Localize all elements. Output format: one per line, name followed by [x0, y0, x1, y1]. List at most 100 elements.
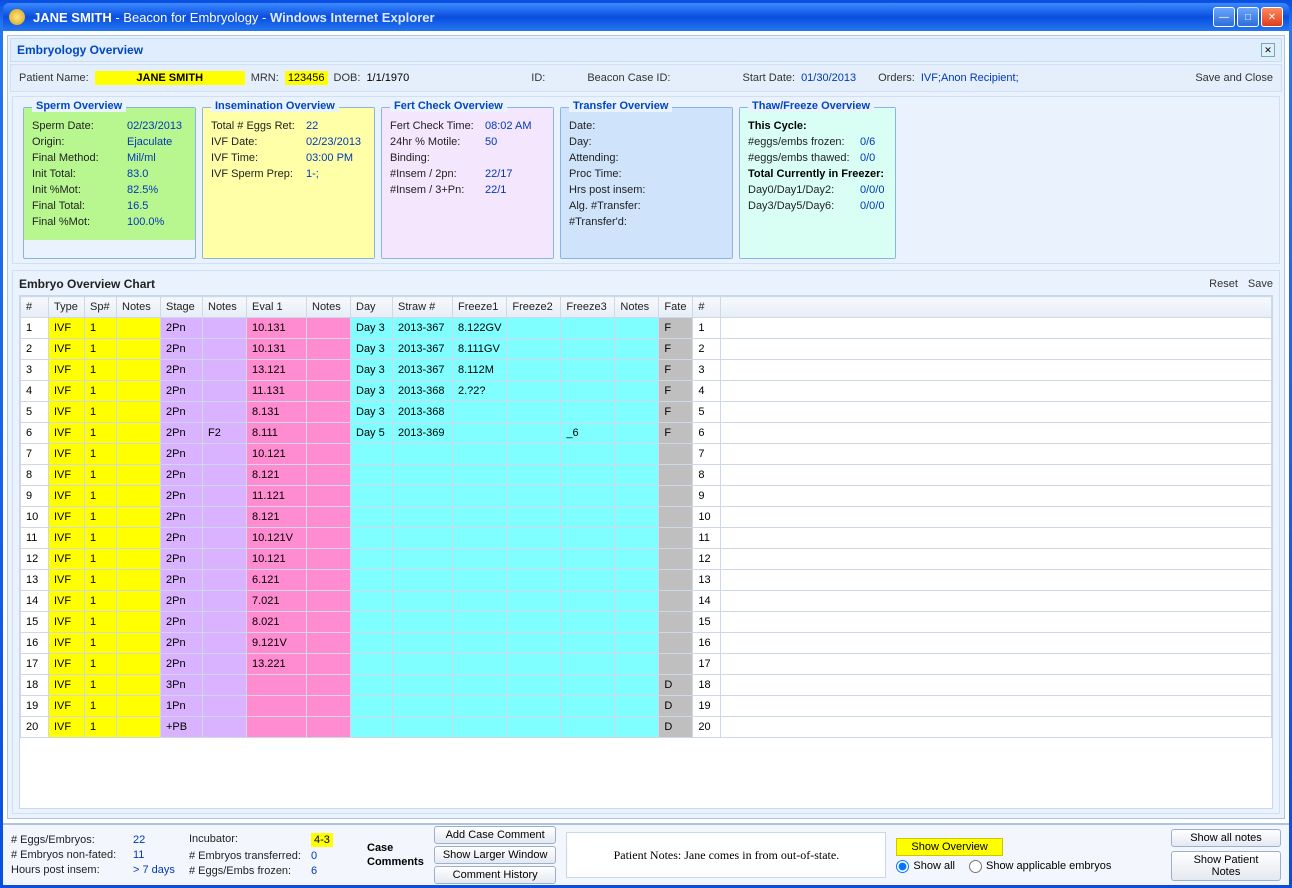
- column-header[interactable]: Freeze2: [507, 297, 561, 318]
- overview-label: Hrs post insem:: [569, 184, 664, 196]
- table-row[interactable]: 14IVF12Pn7.02114: [21, 591, 1272, 612]
- embryo-grid-scroll[interactable]: #TypeSp#NotesStageNotesEval 1NotesDayStr…: [19, 295, 1273, 809]
- start-date-label: Start Date:: [742, 72, 795, 84]
- overview-label: Sperm Date:: [32, 120, 127, 132]
- table-row[interactable]: 20IVF1+PBD20: [21, 717, 1272, 738]
- titlebar: JANE SMITH - Beacon for Embryology - Win…: [3, 3, 1289, 31]
- footer-value: 4-3: [311, 833, 333, 847]
- footer-value: 6: [311, 865, 357, 877]
- overview-label: IVF Time:: [211, 152, 306, 164]
- table-row[interactable]: 19IVF11PnD19: [21, 696, 1272, 717]
- column-header[interactable]: Straw #: [393, 297, 453, 318]
- footer-label: Incubator:: [189, 833, 311, 847]
- show-larger-window-button[interactable]: Show Larger Window: [434, 846, 557, 864]
- table-row[interactable]: 18IVF13PnD18: [21, 675, 1272, 696]
- table-row[interactable]: 1IVF12Pn10.131Day 32013-3678.122GVF1: [21, 318, 1272, 339]
- column-header[interactable]: Notes: [615, 297, 659, 318]
- table-row[interactable]: 13IVF12Pn6.12113: [21, 570, 1272, 591]
- overview-label: #Transfer'd:: [569, 216, 664, 228]
- column-header[interactable]: Notes: [203, 297, 247, 318]
- column-header[interactable]: Freeze3: [561, 297, 615, 318]
- show-patient-notes-button[interactable]: Show Patient Notes: [1171, 851, 1281, 881]
- table-row[interactable]: 16IVF12Pn9.121V16: [21, 633, 1272, 654]
- case-id-label: Beacon Case ID:: [587, 72, 670, 84]
- show-applicable-radio[interactable]: Show applicable embryos: [969, 860, 1111, 873]
- overview-label: Fert Check Time:: [390, 120, 485, 132]
- table-row[interactable]: 2IVF12Pn10.131Day 32013-3678.111GVF2: [21, 339, 1272, 360]
- comments-label-1: Case: [367, 842, 424, 854]
- overview-label: Proc Time:: [569, 168, 664, 180]
- fert-check-overview-panel: Fert Check Overview Fert Check Time:08:0…: [381, 107, 554, 259]
- mrn-label: MRN:: [251, 72, 279, 84]
- chart-save-button[interactable]: Save: [1248, 278, 1273, 290]
- overview-label: Final Method:: [32, 152, 127, 164]
- patient-name-value: JANE SMITH: [95, 71, 245, 85]
- overview-label: Total # Eggs Ret:: [211, 120, 306, 132]
- overview-value: 22: [306, 120, 318, 132]
- overview-value: 03:00 PM: [306, 152, 353, 164]
- column-header[interactable]: Day: [351, 297, 393, 318]
- overview-value: 02/23/2013: [306, 136, 361, 148]
- table-row[interactable]: 6IVF12PnF28.111Day 52013-369_6F6: [21, 423, 1272, 444]
- overview-label: Final Total:: [32, 200, 127, 212]
- overview-value: 83.0: [127, 168, 148, 180]
- column-header[interactable]: Fate: [659, 297, 693, 318]
- title-ie: Windows Internet Explorer: [270, 10, 435, 25]
- table-row[interactable]: 10IVF12Pn8.12110: [21, 507, 1272, 528]
- embryo-table: #TypeSp#NotesStageNotesEval 1NotesDayStr…: [20, 296, 1272, 738]
- comment-history-button[interactable]: Comment History: [434, 866, 557, 884]
- overview-label: Binding:: [390, 152, 485, 164]
- chart-reset-button[interactable]: Reset: [1209, 278, 1238, 290]
- overview-label: #Insem / 3+Pn:: [390, 184, 485, 196]
- minimize-button[interactable]: —: [1213, 7, 1235, 27]
- show-overview-button[interactable]: Show Overview: [896, 838, 1002, 856]
- overview-value: 08:02 AM: [485, 120, 531, 132]
- add-case-comment-button[interactable]: Add Case Comment: [434, 826, 557, 844]
- table-row[interactable]: 11IVF12Pn10.121V11: [21, 528, 1272, 549]
- column-header[interactable]: Sp#: [85, 297, 117, 318]
- column-header[interactable]: Eval 1: [247, 297, 307, 318]
- window-title: JANE SMITH - Beacon for Embryology - Win…: [33, 10, 435, 25]
- dialog-titlebar: Embryology Overview ✕: [10, 38, 1282, 62]
- table-row[interactable]: 3IVF12Pn13.121Day 32013-3678.112MF3: [21, 360, 1272, 381]
- overview-value: 50: [485, 136, 497, 148]
- table-row[interactable]: 9IVF12Pn11.1219: [21, 486, 1272, 507]
- column-header[interactable]: #: [693, 297, 721, 318]
- footer-value: 11: [133, 849, 179, 861]
- table-row[interactable]: 7IVF12Pn10.1217: [21, 444, 1272, 465]
- column-header[interactable]: Stage: [161, 297, 203, 318]
- transfer-overview-panel: Transfer Overview Date:Day:Attending:Pro…: [560, 107, 733, 259]
- start-date-value: 01/30/2013: [801, 72, 856, 84]
- dialog-close-icon[interactable]: ✕: [1261, 43, 1275, 57]
- sperm-overview-panel: Sperm Overview Sperm Date:02/23/2013Orig…: [23, 107, 196, 259]
- overview-value: 22/1: [485, 184, 506, 196]
- title-patient: JANE SMITH: [33, 10, 112, 25]
- comments-label-2: Comments: [367, 856, 424, 868]
- show-all-radio[interactable]: Show all: [896, 860, 955, 873]
- overview-label: Attending:: [569, 152, 664, 164]
- show-all-notes-button[interactable]: Show all notes: [1171, 829, 1281, 847]
- insem-legend: Insemination Overview: [211, 100, 339, 112]
- save-and-close-button[interactable]: Save and Close: [1195, 72, 1273, 84]
- column-header[interactable]: Notes: [307, 297, 351, 318]
- column-header[interactable]: Type: [49, 297, 85, 318]
- column-header[interactable]: Freeze1: [453, 297, 507, 318]
- close-button[interactable]: ✕: [1261, 7, 1283, 27]
- column-header[interactable]: #: [21, 297, 49, 318]
- dob-value: 1/1/1970: [366, 72, 409, 84]
- table-row[interactable]: 4IVF12Pn11.131Day 32013-3682.?2?F4: [21, 381, 1272, 402]
- patient-name-label: Patient Name:: [19, 72, 89, 84]
- table-row[interactable]: 17IVF12Pn13.22117: [21, 654, 1272, 675]
- table-row[interactable]: 15IVF12Pn8.02115: [21, 612, 1272, 633]
- thaw-legend: Thaw/Freeze Overview: [748, 100, 874, 112]
- footer-value: > 7 days: [133, 864, 179, 876]
- maximize-button[interactable]: □: [1237, 7, 1259, 27]
- table-row[interactable]: 5IVF12Pn8.131Day 32013-368F5: [21, 402, 1272, 423]
- table-row[interactable]: 12IVF12Pn10.12112: [21, 549, 1272, 570]
- app-icon: [9, 9, 25, 25]
- footer-label: # Embryos non-fated:: [11, 849, 133, 861]
- column-header[interactable]: Notes: [117, 297, 161, 318]
- overview-value: 02/23/2013: [127, 120, 182, 132]
- table-row[interactable]: 8IVF12Pn8.1218: [21, 465, 1272, 486]
- overview-label: IVF Date:: [211, 136, 306, 148]
